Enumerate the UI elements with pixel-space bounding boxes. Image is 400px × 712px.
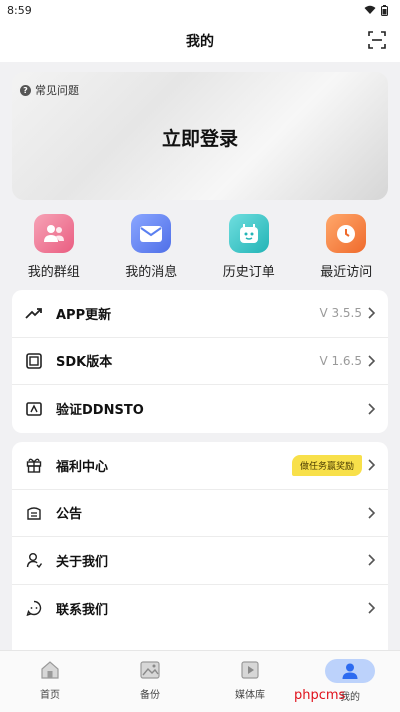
chevron-right-icon [368, 355, 376, 367]
about-icon [24, 550, 44, 570]
tab-label: 首页 [40, 690, 60, 701]
faq-label: 常见问题 [35, 84, 79, 97]
row-welfare[interactable]: 福利中心 做任务赢奖励 [12, 442, 388, 490]
chevron-right-icon [368, 602, 376, 614]
quick-label: 我的群组 [27, 265, 80, 280]
quick-item-messages[interactable]: 我的消息 [106, 214, 196, 280]
row-label: 验证DDNSTO [56, 403, 144, 419]
chevron-right-icon [368, 403, 376, 415]
row-about[interactable]: 关于我们 [12, 537, 388, 585]
scan-icon[interactable] [368, 31, 386, 49]
quick-item-recent[interactable]: 最近访问 [301, 214, 391, 280]
quick-label: 我的消息 [125, 265, 178, 280]
home-icon [39, 659, 61, 681]
row-label: 联系我们 [56, 602, 109, 618]
tab-media[interactable]: 媒体库 [215, 659, 285, 712]
task-reward-badge: 做任务赢奖励 [291, 454, 362, 476]
contact-icon [24, 598, 44, 618]
row-label: 关于我们 [56, 554, 109, 570]
tab-backup[interactable]: 备份 [115, 659, 185, 712]
row-label: 福利中心 [56, 459, 109, 475]
battery-icon [381, 4, 388, 16]
quick-item-orders[interactable]: 历史订单 [204, 214, 294, 280]
verify-icon [24, 399, 44, 419]
media-icon [239, 659, 261, 681]
quick-label: 最近访问 [320, 265, 373, 280]
login-button[interactable]: 立即登录 [12, 124, 388, 151]
tab-profile[interactable]: 我的 [315, 659, 385, 712]
tab-home[interactable]: 首页 [15, 659, 85, 712]
group-icon [33, 214, 74, 253]
row-verify-ddnsto[interactable]: 验证DDNSTO [12, 385, 388, 433]
sdk-version: V 1.6.5 [319, 353, 362, 368]
row-app-update[interactable]: APP更新 V 3.5.5 [12, 290, 388, 338]
row-label: SDK版本 [56, 355, 113, 371]
profile-icon [325, 659, 375, 683]
page-header: 我的 [0, 20, 400, 62]
quick-actions: 我的群组 我的消息 历史订单 最近访问 [0, 214, 400, 280]
chevron-right-icon [368, 507, 376, 519]
row-label: APP更新 [56, 307, 112, 323]
row-sdk-version[interactable]: SDK版本 V 1.6.5 [12, 338, 388, 385]
backup-icon [139, 659, 161, 681]
wifi-icon [364, 5, 376, 14]
login-card[interactable]: ? 常见问题 立即登录 [12, 72, 388, 200]
notice-icon [24, 503, 44, 523]
settings-card-2: 福利中心 做任务赢奖励 公告 关于我们 联系我们 [12, 442, 388, 662]
clock-icon [326, 214, 367, 253]
row-label: 公告 [56, 507, 83, 523]
sdk-icon [24, 351, 44, 371]
tab-label: 备份 [140, 690, 160, 701]
chevron-right-icon [368, 459, 376, 471]
order-icon [228, 214, 269, 253]
watermark-text: phpcms [294, 688, 346, 703]
row-contact[interactable]: 联系我们 [12, 585, 388, 633]
chevron-right-icon [368, 554, 376, 566]
tab-label: 媒体库 [235, 690, 265, 701]
page-title: 我的 [186, 34, 214, 50]
gift-icon [24, 455, 44, 475]
mail-icon [131, 214, 172, 253]
status-time: 8:59 [7, 3, 32, 17]
faq-link[interactable]: ? 常见问题 [20, 82, 79, 98]
row-notice[interactable]: 公告 [12, 490, 388, 537]
app-version: V 3.5.5 [319, 306, 362, 321]
question-icon: ? [20, 84, 31, 96]
chevron-right-icon [368, 307, 376, 319]
settings-card-1: APP更新 V 3.5.5 SDK版本 V 1.6.5 验证DDNSTO [12, 290, 388, 433]
status-bar: 8:59 [0, 0, 400, 20]
quick-item-groups[interactable]: 我的群组 [9, 214, 99, 280]
status-icons [364, 4, 388, 16]
quick-label: 历史订单 [222, 265, 275, 280]
trend-icon [24, 303, 44, 323]
